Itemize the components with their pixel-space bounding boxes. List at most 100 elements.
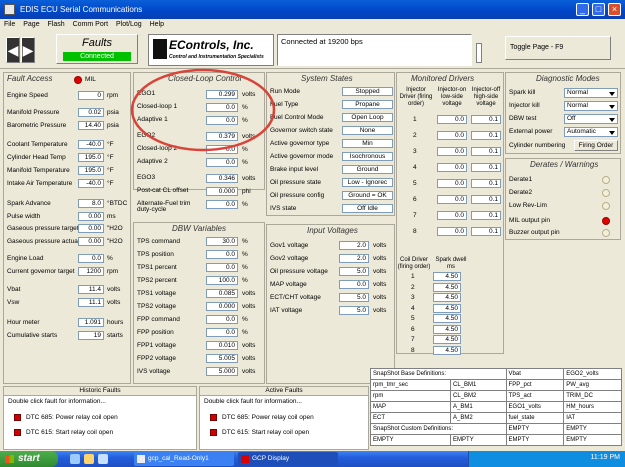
dbw-variables-title: DBW Variables	[172, 224, 226, 233]
snapshot-cell[interactable]: Vbat	[505, 368, 565, 380]
snapshot-cell[interactable]: EGO1_volts	[505, 401, 565, 413]
input-voltage-value: 5.0	[339, 293, 369, 302]
fault-access-unit: "H2O	[107, 238, 123, 245]
closed-loop-unit: %	[242, 201, 248, 208]
app-icon	[4, 4, 15, 15]
closed-loop-value: 0.346	[206, 174, 238, 183]
quick-launch-icon[interactable]	[98, 454, 108, 464]
logo-text: EControls, Inc.	[169, 38, 254, 52]
taskbar-item-gcp-cal[interactable]: gcp_cal_Read-Only1	[134, 452, 234, 466]
diagnostic-modes-title: Diagnostic Modes	[536, 74, 600, 83]
historic-fault-2[interactable]: DTC 615: Start relay coil open	[26, 429, 113, 436]
spark-dwell-value: 4.50	[433, 282, 461, 292]
snapshot-cell[interactable]: MAP	[369, 401, 452, 413]
forward-arrow-button[interactable]: ▶	[21, 37, 35, 63]
snapshot-cell[interactable]: EMPTY	[505, 434, 565, 446]
diagnostic-mode-select[interactable]: Off	[564, 114, 618, 124]
fault-access-unit: starts	[107, 332, 123, 339]
injector-off-value: 0.1	[471, 211, 501, 220]
dbw-label: FPP position	[137, 329, 174, 336]
menu-comm-port[interactable]: Comm Port	[73, 21, 108, 28]
start-button[interactable]: start	[0, 451, 58, 467]
coil-number: 8	[411, 346, 415, 354]
snapshot-cell[interactable]: A_BM2	[450, 412, 507, 424]
spark-dwell-value: 4.50	[433, 293, 461, 302]
back-arrow-button[interactable]: ◀	[6, 37, 20, 63]
injector-on-header: Injector-on low-side voltage	[437, 87, 467, 107]
snapshot-cell[interactable]: FPP_pct	[505, 379, 565, 391]
active-fault-1-icon	[210, 414, 217, 421]
fault-access-unit: ms	[107, 213, 116, 220]
firing-order-button[interactable]: Firing Order	[574, 140, 618, 151]
snapshot-cell[interactable]: EMPTY	[450, 434, 507, 446]
fault-access-value: 195.0	[78, 153, 104, 162]
snapshot-cell[interactable]: PW_avg	[563, 379, 622, 391]
diagnostic-mode-select[interactable]: Normal	[564, 101, 618, 111]
quick-launch-icon[interactable]	[70, 454, 80, 464]
coil-number: 5	[411, 315, 415, 322]
snapshot-cell[interactable]: fuel_state	[505, 412, 565, 424]
snapshot-cell[interactable]: rpm_tmr_sec	[369, 379, 452, 391]
injector-on-value: 0.0	[437, 211, 467, 220]
fault-access-unit: volts	[107, 286, 121, 293]
snapshot-cell[interactable]: EMPTY	[505, 423, 565, 435]
fault-access-title: Fault Access	[7, 74, 53, 83]
snapshot-cell[interactable]: EMPTY	[369, 434, 452, 446]
menu-plot-log[interactable]: Plot/Log	[116, 21, 142, 28]
quick-launch-icon[interactable]	[84, 454, 94, 464]
taskbar-item-gcp-display[interactable]: GCP Display	[238, 452, 338, 466]
menu-file[interactable]: File	[4, 21, 15, 28]
input-voltages-title: Input Voltages	[307, 226, 358, 235]
snapshot-cell[interactable]: rpm	[369, 390, 452, 402]
snapshot-cell[interactable]: HM_hours	[563, 401, 622, 413]
historic-fault-1[interactable]: DTC 685: Power relay coil open	[26, 414, 118, 421]
system-state-value: Isochronous	[342, 152, 393, 161]
injector-number: 7	[413, 212, 417, 219]
snapshot-cell[interactable]: EGO2_volts	[563, 368, 622, 380]
injector-on-value: 0.0	[437, 131, 467, 140]
closed-loop-value: 0.0	[206, 200, 238, 209]
coil-number: 4	[411, 304, 415, 312]
snapshot-cell[interactable]: ECT	[369, 412, 452, 424]
system-state-value: None	[342, 126, 393, 135]
snapshot-cell[interactable]: CL_BM1	[450, 379, 507, 391]
snapshot-cell[interactable]: TPS_act	[505, 390, 565, 402]
snapshot-cell[interactable]: CL_BM2	[450, 390, 507, 402]
maximize-button[interactable]: □	[592, 3, 605, 16]
minimize-button[interactable]: _	[576, 3, 589, 16]
fault-access-unit: °F	[107, 141, 114, 148]
system-state-value: Min	[342, 139, 393, 148]
fault-access-value: 19	[78, 331, 104, 340]
coil-number: 2	[411, 283, 415, 291]
toggle-page-button[interactable]: Toggle Page - F9	[505, 36, 611, 60]
active-fault-2[interactable]: DTC 615: Start relay coil open	[222, 429, 309, 436]
diagnostic-mode-select[interactable]: Automatic	[564, 127, 618, 137]
snapshot-cell[interactable]: EMPTY	[563, 423, 622, 435]
dbw-label: TPS2 percent	[137, 277, 177, 284]
status-slider[interactable]	[476, 43, 482, 63]
menu-flash[interactable]: Flash	[48, 21, 65, 28]
dbw-value: 0.0	[206, 263, 238, 272]
faults-box[interactable]: Faults Connected	[56, 34, 138, 64]
menu-page[interactable]: Page	[23, 21, 39, 28]
menu-help[interactable]: Help	[150, 21, 164, 28]
close-button[interactable]: ×	[608, 3, 621, 16]
snapshot-cell[interactable]: EMPTY	[563, 434, 622, 446]
snapshot-cell[interactable]: IAT	[563, 412, 622, 424]
injector-off-value: 0.1	[471, 227, 501, 236]
diagnostic-mode-select[interactable]: Normal	[564, 88, 618, 98]
dbw-unit: %	[242, 251, 248, 258]
diagnostic-mode-label: External power	[509, 128, 553, 135]
input-voltage-unit: volts	[373, 242, 387, 249]
closed-loop-unit: %	[242, 159, 248, 166]
input-voltage-label: Gov2 voltage	[270, 255, 309, 262]
active-fault-1[interactable]: DTC 685: Power relay coil open	[222, 414, 314, 421]
fault-access-value: 8.0	[78, 199, 104, 208]
snapshot-cell[interactable]: A_BM1	[450, 401, 507, 413]
snapshot-cell[interactable]: TRIM_DC	[563, 390, 622, 402]
dbw-unit: volts	[242, 342, 256, 349]
taskbar: start gcp_cal_Read-Only1 GCP Display 11:…	[0, 451, 625, 467]
system-state-value: Stopped	[342, 87, 393, 96]
injector-number: 5	[413, 180, 417, 187]
injector-on-value: 0.0	[437, 227, 467, 236]
